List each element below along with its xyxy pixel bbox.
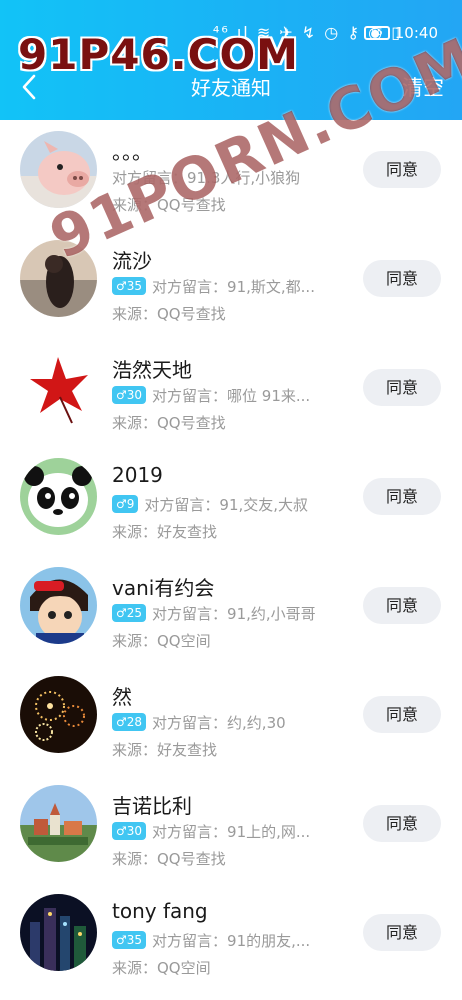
list-item[interactable]: 浩然天地 ♂30 对方留言：哪位 91来... 来源：QQ号查找 同意 — [0, 338, 462, 447]
avatar[interactable] — [20, 785, 97, 862]
request-source: 来源：QQ号查找 — [112, 414, 226, 432]
request-source: 来源：QQ号查找 — [112, 850, 226, 868]
list-item[interactable]: vani有约会 ♂25 对方留言：91,约,小哥哥 来源：QQ空间 同意 — [0, 556, 462, 665]
request-source: 来源：QQ空间 — [112, 632, 211, 650]
request-name: 浩然天地 — [112, 358, 192, 382]
request-message: 对方留言：91的朋友,... — [152, 931, 311, 950]
request-message: 对方留言：约,约,30 — [152, 713, 286, 732]
request-name: vani有约会 — [112, 576, 215, 600]
request-message: 对方留言：91,约,小哥哥 — [152, 604, 316, 623]
gender-age-badge: ♂30 — [112, 822, 147, 840]
request-source: 来源：QQ空间 — [112, 959, 211, 977]
gender-age-badge: ♂30 — [112, 386, 147, 404]
agree-button[interactable]: 同意 — [363, 478, 441, 515]
avatar[interactable] — [20, 676, 97, 753]
request-source: 来源：好友查找 — [112, 523, 218, 541]
gender-age-badge: ♂9 — [112, 495, 139, 513]
agree-button[interactable]: 同意 — [363, 696, 441, 733]
gender-age-badge: ♂25 — [112, 604, 147, 622]
request-message: 对方留言：91上的,网... — [152, 822, 311, 841]
list-item[interactable]: 2019 ♂9 对方留言：91,交友,大叔 来源：好友查找 同意 — [0, 447, 462, 556]
watermark-top: 91P46.COM — [18, 30, 299, 79]
agree-button[interactable]: 同意 — [363, 914, 441, 951]
request-source: 来源：QQ号查找 — [112, 305, 226, 323]
request-name: 然 — [112, 685, 132, 709]
request-message: 对方留言：哪位 91来... — [152, 386, 311, 405]
gender-age-badge: ♂28 — [112, 713, 147, 731]
agree-button[interactable]: 同意 — [363, 151, 441, 188]
avatar[interactable] — [20, 458, 97, 535]
request-name: tony fang — [112, 899, 208, 923]
avatar[interactable] — [20, 894, 97, 971]
request-name: 2019 — [112, 463, 163, 487]
request-name: 吉诺比利 — [112, 794, 192, 818]
list-item[interactable]: 吉诺比利 ♂30 对方留言：91上的,网... 来源：QQ号查找 同意 — [0, 774, 462, 883]
list-item[interactable]: 然 ♂28 对方留言：约,约,30 来源：好友查找 同意 — [0, 665, 462, 774]
avatar[interactable] — [20, 349, 97, 426]
request-message: 对方留言：91,交友,大叔 — [144, 495, 309, 514]
gender-age-badge: ♂35 — [112, 277, 147, 295]
list-item[interactable]: tony fang ♂35 对方留言：91的朋友,... 来源：QQ空间 同意 — [0, 883, 462, 992]
agree-button[interactable]: 同意 — [363, 805, 441, 842]
battery-icon: 55 — [364, 26, 390, 40]
agree-button[interactable]: 同意 — [363, 260, 441, 297]
request-source: 来源：好友查找 — [112, 741, 218, 759]
request-message: 对方留言：91,斯文,都... — [152, 277, 315, 296]
agree-button[interactable]: 同意 — [363, 587, 441, 624]
avatar[interactable] — [20, 567, 97, 644]
agree-button[interactable]: 同意 — [363, 369, 441, 406]
request-name: 。。。 — [112, 140, 152, 164]
gender-age-badge: ♂35 — [112, 931, 147, 949]
